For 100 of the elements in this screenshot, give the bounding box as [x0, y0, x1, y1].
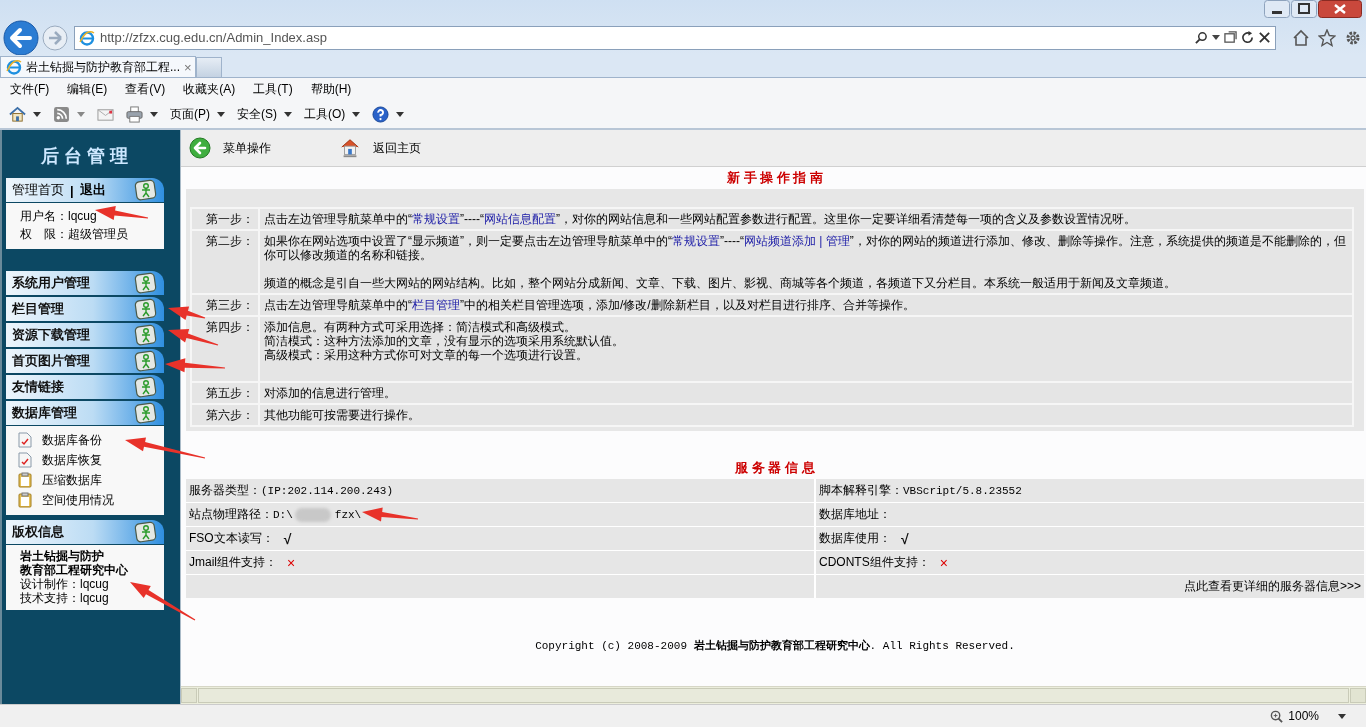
caret-icon[interactable]: [352, 111, 361, 117]
menu-item[interactable]: 帮助(H): [310, 80, 352, 98]
zoom-level[interactable]: 100%: [1288, 709, 1319, 723]
step-label: 第六步：: [192, 405, 258, 425]
menu-link[interactable]: 数据库恢复: [42, 451, 102, 469]
zoom-icon[interactable]: [1270, 709, 1284, 723]
annotation-arrow: [168, 306, 206, 320]
horizontal-scrollbar[interactable]: [181, 686, 1366, 704]
step-label: 第四步：: [192, 317, 258, 381]
annotation-arrow: [130, 582, 196, 621]
menu-item[interactable]: 收藏夹(A): [183, 80, 236, 98]
section-header[interactable]: 友情链接: [6, 375, 164, 400]
caret-icon[interactable]: [1212, 35, 1220, 40]
notebook-icon: [134, 179, 158, 201]
menu-link[interactable]: 压缩数据库: [42, 471, 102, 489]
field-label: 站点物理路径：: [189, 506, 273, 523]
notebook-icon: [134, 376, 158, 398]
menu-item[interactable]: 文件(F): [10, 80, 50, 98]
command-menu[interactable]: 安全(S): [237, 105, 277, 123]
field-label: Jmail组件支持：: [189, 554, 277, 571]
text-link[interactable]: 网站频道添加 | 管理: [744, 234, 850, 248]
toolbar-link[interactable]: 返回主页: [373, 139, 421, 157]
command-menu[interactable]: 页面(P): [170, 105, 210, 123]
home-icon[interactable]: [9, 105, 26, 123]
search-icon[interactable]: [1195, 31, 1208, 44]
clipboard-icon: [18, 492, 32, 508]
step-text: 对添加的信息进行管理。: [264, 386, 397, 400]
field-label: 脚本解释引擎：: [819, 482, 903, 499]
notebook-icon: [134, 521, 158, 543]
caret-icon[interactable]: [150, 111, 158, 117]
help-icon[interactable]: [372, 105, 390, 123]
account-info-text: 权 限：超级管理员: [20, 226, 128, 243]
section-header[interactable]: 系统用户管理: [6, 271, 164, 296]
caret-icon[interactable]: [1338, 713, 1346, 719]
step-text: 点击左边管理导航菜单中的“栏目管理”中的相关栏目管理选项，添加/修改/删除新栏目，以及对栏目进行排序、合并等操作。: [264, 298, 916, 312]
field-value: VBScript/5.8.23552: [903, 484, 1022, 497]
command-menu[interactable]: 工具(O): [304, 105, 346, 123]
scrollbar-thumb[interactable]: [198, 688, 1349, 703]
menu-link[interactable]: 空间使用情况: [42, 491, 114, 509]
section-header[interactable]: 数据库管理: [6, 401, 164, 426]
check-mark: √: [901, 530, 909, 547]
cross-mark: ×: [287, 554, 296, 571]
field-label: CDONTS组件支持：: [819, 554, 930, 571]
organization-name: 教育部工程研究中心: [20, 563, 129, 577]
text-link[interactable]: 常规设置: [672, 234, 720, 248]
caret-icon[interactable]: [33, 111, 41, 117]
section-header[interactable]: 栏目管理: [6, 297, 164, 322]
notebook-icon: [134, 272, 158, 294]
logout-link[interactable]: 退出: [79, 181, 106, 199]
caret-icon[interactable]: [284, 111, 292, 117]
caret-icon[interactable]: [396, 111, 405, 117]
address-bar[interactable]: http://zfzx.cug.edu.cn/Admin_Index.asp: [74, 25, 1276, 50]
field-value: fzx\: [334, 508, 362, 521]
feed-icon[interactable]: [53, 105, 70, 123]
close-button[interactable]: [1318, 0, 1362, 18]
menu-item[interactable]: 编辑(E): [67, 80, 108, 98]
step-label: 第一步：: [192, 209, 258, 229]
step-text: 添加信息。有两种方式可采用选择：简洁模式和高级模式。: [264, 320, 577, 334]
step-text: 简洁模式：这种方法添加的文章，没有显示的选项采用系统默认值。: [264, 334, 625, 348]
menu-item[interactable]: 工具(T): [253, 80, 293, 98]
clipboard-icon: [18, 472, 32, 488]
minimize-button[interactable]: [1264, 0, 1290, 18]
step-label: 第二步：: [192, 231, 258, 293]
toolbar-link[interactable]: 菜单操作: [223, 139, 271, 157]
notebook-icon: [134, 298, 158, 320]
document-icon: [18, 432, 32, 448]
ie-logo-icon: [79, 29, 95, 46]
step-label: 第三步：: [192, 295, 258, 315]
star-icon[interactable]: [1318, 28, 1336, 47]
check-mark: √: [283, 530, 292, 547]
menu-link[interactable]: 数据库备份: [42, 431, 102, 449]
sidebar-title: 后 台 管 理: [40, 145, 130, 168]
text-link[interactable]: 栏目管理: [412, 298, 460, 312]
home-link[interactable]: 管理首页: [12, 181, 64, 199]
url-text: http://zfzx.cug.edu.cn/Admin_Index.asp: [100, 30, 328, 45]
tab-close-button[interactable]: ×: [184, 59, 192, 75]
menu-item[interactable]: 查看(V): [125, 80, 166, 98]
refresh-icon[interactable]: [1241, 31, 1254, 44]
section-header[interactable]: 首页图片管理: [6, 349, 164, 374]
compatibility-icon[interactable]: [1224, 31, 1237, 44]
printer-icon[interactable]: [126, 105, 143, 123]
text-link[interactable]: 常规设置: [412, 212, 460, 226]
text-link[interactable]: 网站信息配置: [484, 212, 556, 226]
back-button[interactable]: [3, 19, 39, 56]
step-text: 点击左边管理导航菜单中的“常规设置”----“网站信息配置”，对你的网站信息和一些网站配置参数进行配置。这里你一定要详细看清楚每一项的含义及参数设置情况呀。: [264, 212, 1137, 226]
caret-icon[interactable]: [217, 111, 225, 117]
home-icon[interactable]: [1292, 28, 1310, 47]
stop-icon[interactable]: [1258, 31, 1271, 44]
details-link[interactable]: 点此查看更详细的服务器信息>>>: [1183, 578, 1361, 595]
step-text: 如果你在网站选项中设置了“显示频道”，则一定要点击左边管理导航菜单中的“常规设置”----“网站频道添加 | 管理”，对你的网站的频道进行添加、修改、删除等操作。注意，系统提供的频道是不能删除的，但你可以修改频道的名称和链接。: [264, 234, 1347, 262]
step-text: 频道的概念是引自一些大网站的网站结构。比如，整个网站分成新闻、文章、下载、图片、影视、商城等各个频道，各频道下又分栏目。本系统一般适用于新闻及文章频道。: [264, 276, 1177, 290]
house-icon[interactable]: [339, 137, 361, 159]
notebook-icon: [134, 324, 158, 346]
maximize-button[interactable]: [1291, 0, 1317, 18]
field-value: (IP:202.114.200.243): [261, 484, 394, 497]
ie-logo-icon: [6, 59, 22, 75]
account-info-text: 用户名：lqcug: [20, 208, 97, 225]
browser-tab[interactable]: 岩土钻掘与防护教育部工程... ×: [0, 56, 196, 77]
section-header[interactable]: 资源下载管理: [6, 323, 164, 348]
annotation-arrow: [95, 206, 149, 220]
